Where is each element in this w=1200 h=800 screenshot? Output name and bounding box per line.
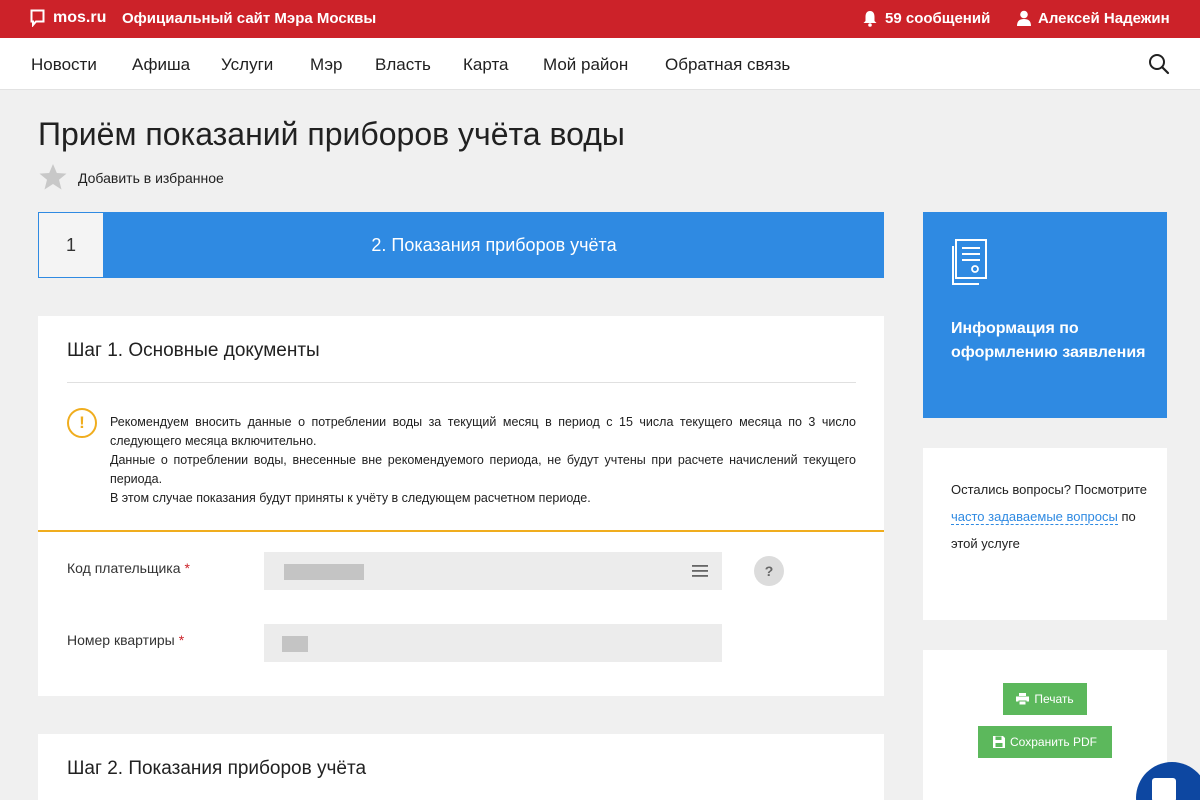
- step-1-card: Шаг 1. Основные документы ! Рекомендуем …: [38, 316, 884, 696]
- payer-code-label: Код плательщика *: [67, 560, 190, 576]
- messages-link[interactable]: 59 сообщений: [885, 10, 990, 27]
- redacted-value: [282, 636, 308, 652]
- payer-code-label-text: Код плательщика: [67, 560, 181, 576]
- search-icon[interactable]: [1148, 53, 1170, 75]
- nav-item-afisha[interactable]: Афиша: [132, 55, 190, 75]
- info-box-title: Информация по оформлению заявления: [951, 320, 1146, 361]
- save-pdf-button[interactable]: Сохранить PDF: [978, 726, 1112, 758]
- page-title: Приём показаний приборов учёта воды: [38, 116, 625, 152]
- main-nav: Новости Афиша Услуги Мэр Власть Карта Мо…: [0, 38, 1200, 90]
- nav-item-news[interactable]: Новости: [31, 55, 97, 75]
- print-label: Печать: [1034, 692, 1074, 706]
- help-icon[interactable]: ?: [754, 556, 784, 586]
- menu-icon[interactable]: [692, 564, 708, 578]
- notice-line: В этом случае показания будут приняты к …: [110, 491, 591, 505]
- document-icon: [952, 239, 987, 285]
- nav-item-services[interactable]: Услуги: [221, 55, 273, 75]
- chat-icon: [1152, 778, 1176, 800]
- payer-code-input[interactable]: [264, 552, 722, 590]
- divider: [67, 382, 856, 383]
- printer-icon: [1016, 693, 1030, 705]
- redacted-value: [284, 564, 364, 580]
- info-box[interactable]: Информация по оформлению заявления: [923, 212, 1167, 418]
- add-to-favorites-link[interactable]: Добавить в избранное: [78, 170, 224, 186]
- faq-text: Остались вопросы? Посмотрите часто задав…: [951, 476, 1147, 557]
- user-name-link[interactable]: Алексей Надежин: [1038, 10, 1170, 27]
- step-1-tab[interactable]: 1: [38, 212, 104, 278]
- step-indicator: 1 2. Показания приборов учёта: [38, 212, 884, 278]
- notice-separator: [38, 530, 884, 532]
- faq-link[interactable]: часто задаваемые вопросы: [951, 509, 1118, 525]
- step-2-title: Шаг 2. Показания приборов учёта: [67, 758, 367, 779]
- required-mark: *: [178, 632, 185, 648]
- apartment-input[interactable]: [264, 624, 722, 662]
- apartment-label: Номер квартиры *: [67, 632, 184, 648]
- bell-icon[interactable]: [862, 10, 878, 27]
- step-1-title: Шаг 1. Основные документы: [67, 340, 320, 361]
- notice-line: Рекомендуем вносить данные о потреблении…: [110, 415, 856, 448]
- nav-item-map[interactable]: Карта: [463, 55, 509, 75]
- print-button[interactable]: Печать: [1003, 683, 1087, 715]
- nav-item-feedback[interactable]: Обратная связь: [665, 55, 790, 75]
- step-2-tab[interactable]: 2. Показания приборов учёта: [104, 212, 884, 278]
- nav-item-mayor[interactable]: Мэр: [310, 55, 342, 75]
- required-mark: *: [184, 560, 190, 576]
- top-bar: mos.ru Официальный сайт Мэра Москвы 59 с…: [0, 0, 1200, 38]
- nav-item-government[interactable]: Власть: [375, 55, 431, 75]
- user-icon[interactable]: [1017, 10, 1031, 26]
- warning-icon: !: [67, 408, 97, 438]
- star-icon[interactable]: [38, 162, 68, 192]
- pdf-label: Сохранить PDF: [1010, 735, 1097, 749]
- apartment-label-text: Номер квартиры: [67, 632, 175, 648]
- notice-line: Данные о потреблении воды, внесенные вне…: [110, 453, 856, 486]
- site-title[interactable]: Официальный сайт Мэра Москвы: [122, 10, 376, 27]
- logo-text[interactable]: mos.ru: [53, 9, 106, 27]
- floppy-disk-icon: [993, 736, 1006, 748]
- faq-prefix: Остались вопросы? Посмотрите: [951, 482, 1147, 497]
- faq-box: Остались вопросы? Посмотрите часто задав…: [923, 448, 1167, 620]
- actions-box: Печать Сохранить PDF: [923, 650, 1167, 800]
- speech-bubble-icon[interactable]: [30, 9, 45, 27]
- step-2-card: Шаг 2. Показания приборов учёта: [38, 734, 884, 800]
- notice-text: Рекомендуем вносить данные о потреблении…: [110, 413, 856, 508]
- nav-item-my-district[interactable]: Мой район: [543, 55, 628, 75]
